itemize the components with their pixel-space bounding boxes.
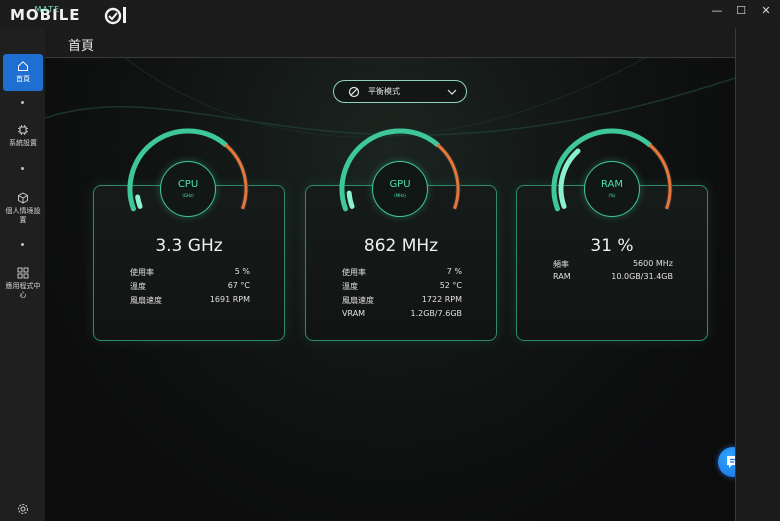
- gpu-stat-row: 使用率 7 %: [342, 267, 462, 279]
- mode-select-value: 平衡模式: [368, 87, 400, 96]
- performance-mode-select[interactable]: 平衡模式: [333, 80, 467, 103]
- cpu-stat-row: 溫度 67 °C: [130, 281, 250, 293]
- sidebar-item-app-center[interactable]: 應用程式中心: [3, 267, 43, 307]
- chat-button[interactable]: [718, 447, 735, 477]
- stat-value: 67 °C: [227, 281, 250, 290]
- apps-grid-icon: [17, 267, 29, 279]
- cube-icon: [18, 192, 28, 204]
- sidebar-item-label: 首頁: [16, 75, 30, 83]
- stat-value: 52 °C: [439, 281, 462, 290]
- minimize-button[interactable]: —: [705, 2, 729, 18]
- gpu-gauge: GPU (MHz): [337, 126, 463, 252]
- sidebar-item-system-settings[interactable]: 系統設置: [3, 124, 43, 154]
- gauge-usage-arc: [346, 190, 355, 209]
- stat-label: 風扇速度: [130, 296, 162, 305]
- sidebar: 首頁 系統設置 個人情境設置 應用程式中心: [0, 28, 45, 521]
- gauge-center: GPU (MHz): [372, 161, 428, 217]
- stat-label: 風扇速度: [342, 296, 374, 305]
- gauge-center: CPU (GHz): [160, 161, 216, 217]
- gauge-label: CPU: [177, 179, 199, 190]
- stat-label: 溫度: [342, 282, 358, 291]
- gpu-stat-row: 溫度 52 °C: [342, 281, 462, 293]
- page-title: 首頁: [68, 39, 95, 54]
- gauge-unit: (MHz): [394, 193, 406, 198]
- nav-separator-dot: [21, 243, 24, 246]
- gauge-unit: (%): [608, 193, 616, 198]
- cpu-stat-row: 風扇速度 1691 RPM: [130, 295, 250, 307]
- title-bar: MOBILE MATE — ☐ ✕: [0, 0, 780, 28]
- cpu-stat-row: 使用率 5 %: [130, 267, 250, 279]
- right-panel-strip: [735, 28, 780, 521]
- stat-label: RAM: [553, 272, 571, 281]
- stat-label: 使用率: [130, 268, 154, 277]
- sidebar-item-label: 應用程式中心: [5, 282, 41, 299]
- sidebar-item-home[interactable]: 首頁: [3, 54, 43, 91]
- stat-label: 使用率: [342, 268, 366, 277]
- stat-value: 1691 RPM: [209, 295, 250, 304]
- home-icon: [18, 61, 28, 71]
- gpu-stat-row: 風扇速度 1722 RPM: [342, 295, 462, 307]
- sidebar-item-personal-scenarios[interactable]: 個人情境設置: [3, 192, 43, 232]
- logo-mark-icon: [105, 7, 127, 25]
- gpu-stat-row: VRAM 1.2GB/7.6GB: [342, 309, 462, 321]
- balance-mode-icon: [348, 86, 360, 98]
- app-logo: MOBILE MATE: [10, 4, 132, 26]
- gauge-center: RAM (%): [584, 161, 640, 217]
- gauge-label: GPU: [389, 179, 411, 190]
- stat-value: 7 %: [446, 267, 462, 276]
- stat-value: 10.0GB/31.4GB: [611, 272, 673, 281]
- gear-icon[interactable]: [16, 502, 30, 516]
- page-header: 首頁: [45, 28, 735, 58]
- ram-stat-row: 頻率 5600 MHz: [553, 259, 673, 271]
- stat-value: 5600 MHz: [632, 259, 673, 268]
- gauge-unit: (GHz): [182, 193, 194, 198]
- chip-icon: [18, 125, 28, 135]
- maximize-button[interactable]: ☐: [729, 2, 753, 18]
- sidebar-item-label: 系統設置: [9, 139, 37, 147]
- stat-label: VRAM: [342, 309, 366, 318]
- gauge-usage-arc: [135, 194, 143, 209]
- stat-value: 1.2GB/7.6GB: [410, 309, 462, 318]
- logo-subtext: MATE: [34, 4, 61, 14]
- gauge-label: RAM: [600, 179, 623, 190]
- main-dashboard: 平衡模式 3.3 GHz 使用率 5 % 溫度 67 °C 風扇速度 1691 …: [45, 58, 735, 521]
- stat-label: 頻率: [553, 260, 569, 269]
- cpu-gauge: CPU (GHz): [125, 126, 251, 252]
- nav-separator-dot: [21, 101, 24, 104]
- ram-gauge: RAM (%): [549, 126, 675, 252]
- stat-value: 1722 RPM: [421, 295, 462, 304]
- close-button[interactable]: ✕: [754, 2, 778, 18]
- sidebar-item-label: 個人情境設置: [5, 207, 41, 224]
- nav-separator-dot: [21, 167, 24, 170]
- chat-bubble-icon: [727, 456, 735, 468]
- stat-label: 溫度: [130, 282, 146, 291]
- stat-value: 5 %: [234, 267, 250, 276]
- ram-stat-row: RAM 10.0GB/31.4GB: [553, 272, 673, 284]
- chevron-down-icon: [447, 89, 457, 95]
